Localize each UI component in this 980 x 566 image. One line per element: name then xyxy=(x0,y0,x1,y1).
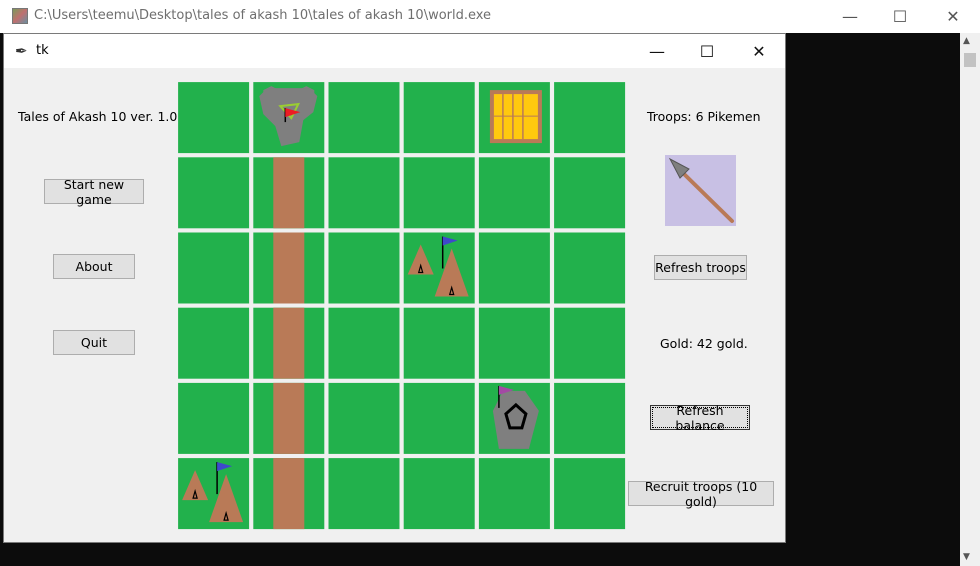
map-tile-grass[interactable] xyxy=(328,232,400,304)
maximize-button[interactable]: ☐ xyxy=(682,34,732,68)
map-tile-grass[interactable] xyxy=(554,157,626,229)
map-tile-grass[interactable] xyxy=(554,458,626,530)
grass-tile xyxy=(403,458,475,530)
grass-tile xyxy=(178,307,250,379)
console-scrollbar[interactable] xyxy=(960,33,980,566)
scroll-up-arrow-icon[interactable]: ▲ xyxy=(963,36,970,46)
map-tile-grass[interactable] xyxy=(554,82,626,154)
map-tile-grass[interactable] xyxy=(478,458,550,530)
grass-tile xyxy=(328,382,400,454)
grass-tile xyxy=(403,82,475,154)
map-tile-grass[interactable] xyxy=(328,458,400,530)
grass-tile xyxy=(403,382,475,454)
grass-tile xyxy=(178,382,250,454)
map-tile-castle[interactable] xyxy=(253,82,325,154)
map-tile-grass[interactable] xyxy=(328,307,400,379)
map-tile-camp[interactable] xyxy=(178,458,250,530)
map-tile-camp[interactable] xyxy=(403,232,475,304)
grass-tile xyxy=(403,307,475,379)
version-label: Tales of Akash 10 ver. 1.0.0 xyxy=(18,109,190,124)
grass-tile xyxy=(554,157,626,229)
map-tile-grass[interactable] xyxy=(328,157,400,229)
grass-tile xyxy=(478,232,550,304)
console-minimize-button[interactable]: — xyxy=(827,0,873,33)
map-tile-grass[interactable] xyxy=(403,82,475,154)
quit-button[interactable]: Quit xyxy=(53,330,135,355)
grass-tile xyxy=(554,307,626,379)
troop-image xyxy=(665,155,736,226)
grass-tile xyxy=(328,458,400,530)
map-tile-grass[interactable] xyxy=(403,382,475,454)
grass-tile xyxy=(178,232,250,304)
map-tile-road[interactable] xyxy=(253,157,325,229)
map-tile-grass[interactable] xyxy=(178,307,250,379)
map-tile-grass[interactable] xyxy=(328,382,400,454)
chest-body xyxy=(493,94,538,140)
road-icon xyxy=(273,382,305,454)
console-app-icon xyxy=(12,8,28,24)
road-icon xyxy=(273,232,305,304)
map-tile-grass[interactable] xyxy=(478,157,550,229)
close-button[interactable]: ✕ xyxy=(734,34,784,68)
road-icon xyxy=(273,157,305,229)
refresh-troops-button[interactable]: Refresh troops xyxy=(654,255,747,280)
troops-label: Troops: 6 Pikemen xyxy=(647,109,761,124)
map-tile-grass[interactable] xyxy=(178,157,250,229)
map-tile-road[interactable] xyxy=(253,307,325,379)
map-tile-road[interactable] xyxy=(253,382,325,454)
game-window: ✒ tk — ☐ ✕ Tales of Akash 10 ver. 1.0.0 … xyxy=(3,33,786,543)
map-tile-road[interactable] xyxy=(253,458,325,530)
console-window-title: C:\Users\teemu\Desktop\tales of akash 10… xyxy=(34,8,492,23)
feather-icon: ✒ xyxy=(15,42,28,60)
map-tile-road[interactable] xyxy=(253,232,325,304)
grass-tile xyxy=(554,82,626,154)
map-tile-grass[interactable] xyxy=(403,157,475,229)
map-tile-grass[interactable] xyxy=(403,307,475,379)
grass-tile xyxy=(178,82,250,154)
game-window-title: tk xyxy=(36,43,49,58)
scrollbar-thumb[interactable] xyxy=(964,53,976,67)
grass-tile xyxy=(554,382,626,454)
map-tile-grass[interactable] xyxy=(554,382,626,454)
road-icon xyxy=(273,307,305,379)
grass-tile xyxy=(554,458,626,530)
world-map-grid xyxy=(178,82,626,530)
grass-tile xyxy=(403,157,475,229)
grass-tile xyxy=(478,157,550,229)
map-tile-grass[interactable] xyxy=(178,232,250,304)
grass-tile xyxy=(478,307,550,379)
grass-tile xyxy=(328,307,400,379)
map-tile-grass[interactable] xyxy=(554,307,626,379)
refresh-balance-button[interactable]: Refresh balance xyxy=(650,403,750,433)
map-tile-grass[interactable] xyxy=(403,458,475,530)
spear-icon xyxy=(668,157,734,223)
grass-tile xyxy=(178,157,250,229)
road-icon xyxy=(273,458,305,530)
console-close-button[interactable]: ✕ xyxy=(930,0,976,33)
map-tile-grass[interactable] xyxy=(178,382,250,454)
map-tile-grass[interactable] xyxy=(328,82,400,154)
grass-tile xyxy=(328,232,400,304)
minimize-button[interactable]: — xyxy=(632,34,682,68)
about-button[interactable]: About xyxy=(53,254,135,279)
grass-tile xyxy=(478,458,550,530)
scroll-down-arrow-icon[interactable]: ▼ xyxy=(963,552,970,562)
gold-label: Gold: 42 gold. xyxy=(660,336,748,351)
map-tile-tower[interactable] xyxy=(478,382,550,454)
map-tile-grass[interactable] xyxy=(178,82,250,154)
map-tile-chest[interactable] xyxy=(478,82,550,154)
grass-tile xyxy=(554,232,626,304)
console-maximize-button[interactable]: ☐ xyxy=(877,0,923,33)
map-tile-grass[interactable] xyxy=(478,232,550,304)
map-tile-grass[interactable] xyxy=(478,307,550,379)
recruit-troops-button[interactable]: Recruit troops (10 gold) xyxy=(628,479,774,509)
grass-tile xyxy=(328,82,400,154)
map-tile-grass[interactable] xyxy=(554,232,626,304)
grass-tile xyxy=(328,157,400,229)
start-new-game-button[interactable]: Start new game xyxy=(44,177,144,207)
